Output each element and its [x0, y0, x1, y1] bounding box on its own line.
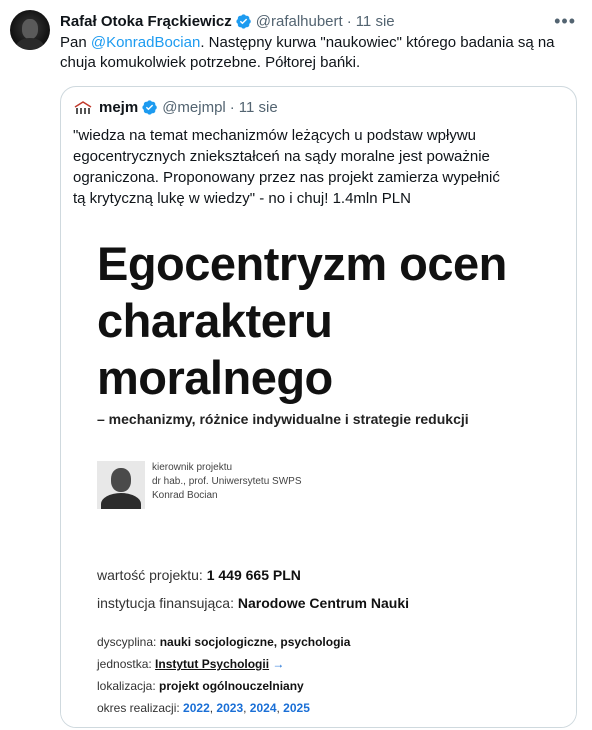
quote-image-card[interactable]: Egocentryzm ocen charakteru moralnego – … — [61, 215, 576, 727]
arrow-right-icon: → — [272, 657, 285, 671]
card-title-line-2: charakteru — [97, 294, 333, 347]
separator-dot: · — [346, 12, 352, 30]
leader-name: Konrad Bocian — [152, 490, 218, 501]
tweet-text: Pan @KonradBocian. Następny kurwa "nauko… — [60, 33, 570, 73]
discipline-row: dyscyplina: nauki socjologiczne, psychol… — [97, 635, 350, 649]
tweet-time[interactable]: 11 sie — [356, 13, 395, 30]
institution-value: Narodowe Centrum Nauki — [237, 595, 409, 611]
institution-label: instytucja finansująca: — [97, 595, 234, 611]
mention-link[interactable]: @KonradBocian — [91, 34, 200, 51]
unit-value: Instytut Psychologii — [155, 657, 270, 671]
project-value-label: wartość projektu: — [97, 567, 203, 583]
year-separator-2: , — [243, 701, 250, 715]
author-handle[interactable]: @rafalhubert — [256, 13, 343, 30]
location-value: projekt ogólnouczelniany — [159, 679, 304, 693]
tweet-text-before: Pan — [60, 34, 91, 51]
quoted-tweet[interactable]: mejm @mejmpl · 11 sie "wiedza na temat m… — [60, 86, 577, 728]
institution-row: instytucja finansująca: Narodowe Centrum… — [97, 595, 409, 611]
card-subtitle: – mechanizmy, różnice indywidualne i str… — [97, 411, 469, 427]
project-value: 1 449 665 PLN — [206, 567, 301, 583]
author-name[interactable]: Rafał Otoka Frąckiewicz — [60, 13, 232, 30]
quote-author-name: mejm — [99, 99, 139, 116]
mejm-logo-icon — [74, 100, 92, 114]
quote-time: 11 sie — [238, 99, 278, 116]
quote-verified-badge-icon — [142, 100, 157, 115]
leader-role: kierownik projektu — [152, 462, 233, 473]
quote-header: mejm @mejmpl · 11 sie — [73, 99, 278, 116]
leader-photo-head — [111, 468, 131, 492]
avatar-body — [16, 38, 44, 50]
location-label: lokalizacja: — [97, 679, 156, 693]
period-label: okres realizacji: — [97, 701, 180, 715]
discipline-value: nauki socjologiczne, psychologia — [159, 635, 351, 649]
avatar[interactable] — [10, 10, 50, 50]
project-value-row: wartość projektu: 1 449 665 PLN — [97, 567, 301, 583]
year-2023: 2023 — [216, 701, 244, 715]
leader-photo — [97, 461, 145, 509]
leader-info: kierownik projektu dr hab., prof. Uniwer… — [152, 461, 302, 503]
period-row: okres realizacji: 2022, 2023, 2024, 2025 — [97, 701, 310, 715]
verified-badge-icon — [236, 13, 251, 29]
unit-row: jednostka: Instytut Psychologii → — [97, 657, 284, 671]
year-2025: 2025 — [283, 701, 310, 715]
card-title: Egocentryzm ocen charakteru moralnego — [97, 235, 567, 406]
leader-photo-shoulders — [101, 493, 141, 509]
year-2022: 2022 — [183, 701, 210, 715]
year-2024: 2024 — [249, 701, 277, 715]
more-options-icon[interactable]: ••• — [554, 11, 576, 32]
tweet-header: Rafał Otoka Frąckiewicz @rafalhubert · 1… — [60, 11, 580, 31]
quote-separator-dot: · — [229, 99, 235, 116]
card-title-line-3: moralnego — [97, 351, 333, 404]
discipline-label: dyscyplina: — [97, 635, 157, 649]
avatar-face — [22, 19, 38, 39]
quote-author-handle: @mejmpl — [162, 99, 226, 116]
card-title-line-1: Egocentryzm ocen — [97, 237, 507, 290]
leader-title: dr hab., prof. Uniwersytetu SWPS — [152, 476, 302, 487]
location-row: lokalizacja: projekt ogólnouczelniany — [97, 679, 304, 693]
unit-label: jednostka: — [97, 657, 152, 671]
quote-text: "wiedza na temat mechanizmów leżących u … — [73, 127, 500, 207]
